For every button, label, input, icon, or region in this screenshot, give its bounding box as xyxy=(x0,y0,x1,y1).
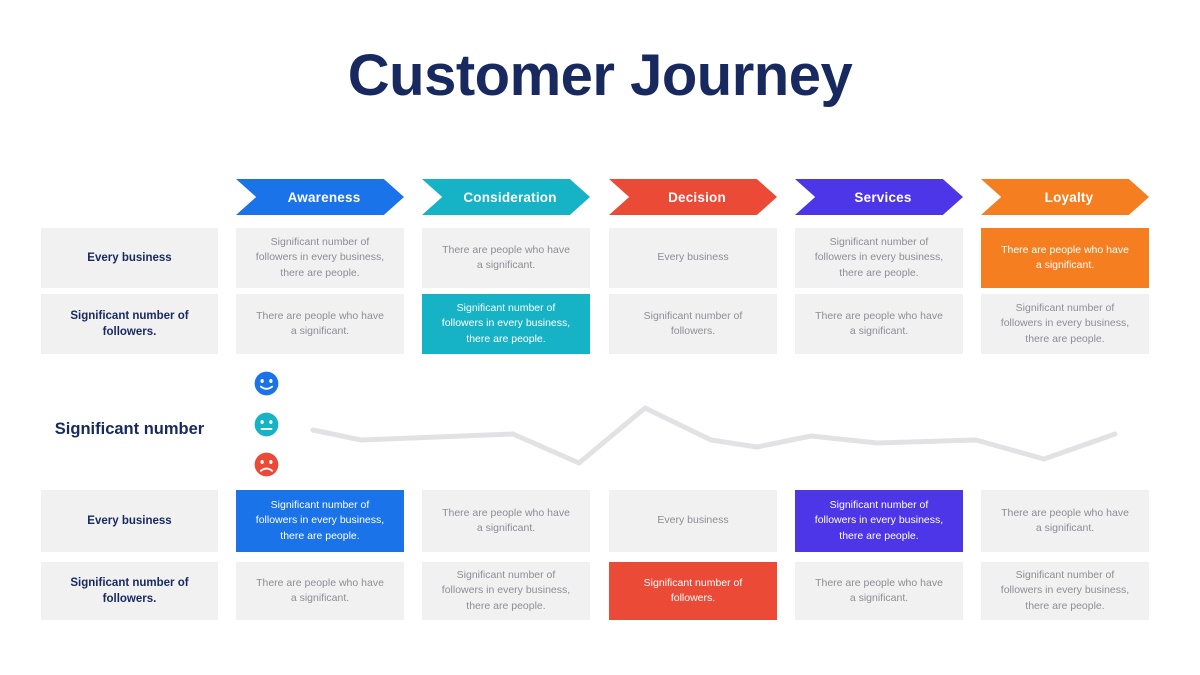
sad-face-icon xyxy=(254,452,278,477)
journey-cell[interactable]: Significant number of followers in every… xyxy=(422,562,590,620)
journey-cell[interactable]: Significant number of followers in every… xyxy=(981,562,1149,620)
journey-cell[interactable]: There are people who have a significant. xyxy=(236,562,404,620)
sentiment-line-chart xyxy=(310,405,1118,466)
page-title: Customer Journey xyxy=(347,43,853,108)
journey-cell[interactable]: Significant number of followers in every… xyxy=(981,294,1149,354)
stage-header-label: Decision xyxy=(668,189,726,205)
journey-cell[interactable]: Significant number of followers in every… xyxy=(236,228,404,288)
row-label: Significant number xyxy=(54,420,205,439)
journey-cell-highlighted[interactable]: Significant number of followers. xyxy=(609,562,777,620)
infographic-canvas: Customer Journey Awareness Consideration D… xyxy=(0,0,1200,675)
row-label: Every business xyxy=(41,490,218,552)
journey-cell[interactable]: There are people who have a significant. xyxy=(795,562,963,620)
journey-cell[interactable]: There are people who have a significant. xyxy=(422,228,590,288)
stage-header-label: Consideration xyxy=(463,189,557,205)
sentiment-polyline xyxy=(310,405,1118,466)
stage-header-label: Awareness xyxy=(287,189,361,205)
sentiment-icon-group xyxy=(252,371,280,477)
row-label: Every business xyxy=(41,228,218,288)
happy-face-icon xyxy=(254,371,278,396)
journey-cell-highlighted[interactable]: There are people who have a significant. xyxy=(981,228,1149,288)
stage-header-awareness[interactable]: Awareness xyxy=(236,179,404,215)
journey-cell[interactable]: There are people who have a significant. xyxy=(422,490,590,552)
stage-header-label: Services xyxy=(854,189,912,205)
stage-header-consideration[interactable]: Consideration xyxy=(422,179,590,215)
journey-cell[interactable]: There are people who have a significant. xyxy=(981,490,1149,552)
journey-cell[interactable]: Every business xyxy=(609,228,777,288)
journey-cell[interactable]: Significant number of followers. xyxy=(609,294,777,354)
row-label: Significant number of followers. xyxy=(41,562,218,620)
journey-cell-highlighted[interactable]: Significant number of followers in every… xyxy=(422,294,590,354)
journey-cell[interactable]: There are people who have a significant. xyxy=(795,294,963,354)
neutral-face-icon xyxy=(254,412,278,436)
stage-header-services[interactable]: Services xyxy=(795,179,963,215)
journey-cell[interactable]: Every business xyxy=(609,490,777,552)
journey-cell[interactable]: There are people who have a significant. xyxy=(236,294,404,354)
stage-header-loyalty[interactable]: Loyalty xyxy=(981,179,1149,215)
journey-cell[interactable]: Significant number of followers in every… xyxy=(795,228,963,288)
row-label: Significant number of followers. xyxy=(41,294,218,354)
journey-cell-highlighted[interactable]: Significant number of followers in every… xyxy=(236,490,404,552)
journey-cell-highlighted[interactable]: Significant number of followers in every… xyxy=(795,490,963,552)
stage-header-decision[interactable]: Decision xyxy=(609,179,777,215)
stage-header-label: Loyalty xyxy=(1044,189,1094,205)
